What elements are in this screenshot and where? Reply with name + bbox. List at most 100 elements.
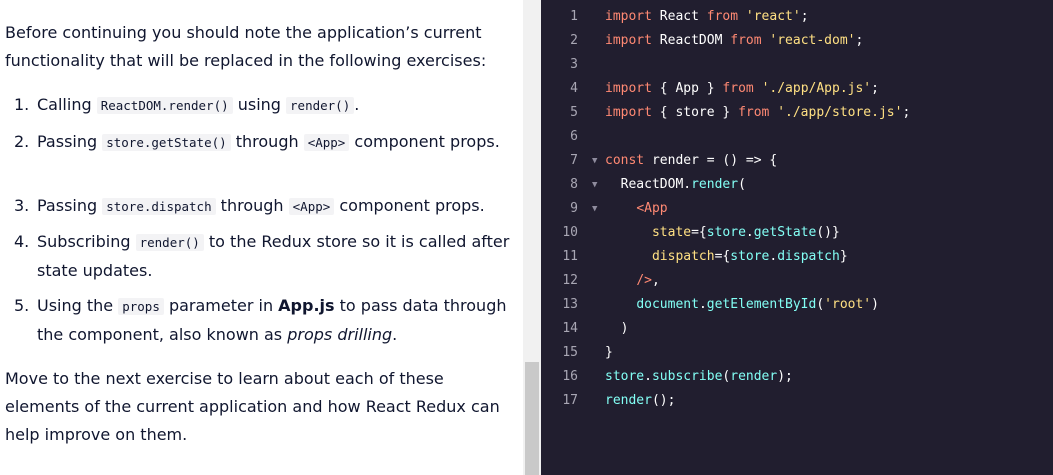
list-item: 5. Using the props parameter in App.js to… xyxy=(14,292,514,349)
code-line[interactable]: 1 import React from 'react'; xyxy=(541,5,1053,29)
inline-code: props xyxy=(118,298,164,315)
code-line[interactable]: 9 ▼ <App xyxy=(541,197,1053,221)
list-item-text: Calling ReactDOM.render() using render()… xyxy=(14,91,514,120)
code-token: ReactDOM xyxy=(651,33,731,48)
list-item-number: 2. xyxy=(14,132,30,151)
code-token: ={ xyxy=(714,249,731,264)
code-token: ; xyxy=(855,33,864,48)
code-text: />, xyxy=(605,269,660,293)
line-number: 2 xyxy=(570,33,578,48)
inline-code: store.getState() xyxy=(102,134,231,151)
code-text: ReactDOM.render( xyxy=(605,173,746,197)
code-editor[interactable]: 1 import React from 'react'; 2 import React… xyxy=(541,0,1053,475)
code-token: dispatch xyxy=(651,249,715,264)
code-line[interactable]: 7 ▼ const render = () => { xyxy=(541,149,1053,173)
code-line[interactable]: 14 ) xyxy=(541,317,1053,341)
code-token: getElementById xyxy=(706,297,817,312)
list-item-text: Passing store.dispatch through <App> com… xyxy=(14,192,514,221)
code-token: import xyxy=(605,33,652,48)
chevron-down-icon[interactable]: ▼ xyxy=(592,173,597,197)
code-token: render = () => { xyxy=(644,153,778,168)
chevron-down-icon[interactable]: ▼ xyxy=(592,197,597,221)
lesson-scrollbar[interactable] xyxy=(523,0,541,475)
text-run: Passing xyxy=(37,132,103,151)
code-text: ) xyxy=(605,317,629,341)
text-run: Using the xyxy=(37,296,119,315)
code-token: state xyxy=(651,225,692,240)
list-item-text: Subscribing render() to the Redux store … xyxy=(14,228,514,285)
text-run: component props. xyxy=(349,132,500,151)
line-number: 3 xyxy=(570,57,578,72)
code-token: render xyxy=(691,177,739,192)
code-token: ; xyxy=(800,9,809,24)
line-number: 13 xyxy=(562,297,578,312)
code-token: ={ xyxy=(691,225,707,240)
scrollbar-thumb[interactable] xyxy=(525,362,539,475)
code-token: ; xyxy=(902,105,911,120)
line-number: 1 xyxy=(570,9,578,24)
code-text: dispatch={store.dispatch} xyxy=(605,245,848,269)
code-line[interactable]: 5 import { store } from './app/store.js'; xyxy=(541,101,1053,125)
code-line[interactable]: 8 ▼ ReactDOM.render( xyxy=(541,173,1053,197)
code-token: getState xyxy=(753,225,817,240)
code-token: store xyxy=(706,225,746,240)
list-item-number: 1. xyxy=(14,95,30,114)
list-item-text: Using the props parameter in App.js to p… xyxy=(14,292,514,349)
text-run: . xyxy=(392,325,398,344)
code-token: (); xyxy=(651,393,676,408)
code-line[interactable]: 3 xyxy=(541,53,1053,77)
lesson-intro: Before continuing you should note the ap… xyxy=(5,23,487,70)
code-token: 'react-dom' xyxy=(769,33,856,48)
lesson-panel: Before continuing you should note the ap… xyxy=(0,0,523,475)
code-token: , xyxy=(651,273,660,288)
list-item-number: 3. xyxy=(14,196,30,215)
code-text: } xyxy=(605,341,613,365)
line-number: 14 xyxy=(562,321,578,336)
code-token: from xyxy=(706,9,739,24)
code-token: './app/App.js' xyxy=(761,81,872,96)
code-token: { store } xyxy=(651,105,739,120)
code-line[interactable]: 13 document.getElementById('root') xyxy=(541,293,1053,317)
list-item-number: 4. xyxy=(14,232,30,251)
code-token: ; xyxy=(871,81,879,96)
line-number: 6 xyxy=(570,129,578,144)
text-run: through xyxy=(215,196,289,215)
code-token: dispatch xyxy=(777,249,840,264)
code-line[interactable]: 4 import { App } from './app/App.js'; xyxy=(541,77,1053,101)
code-text: store.subscribe(render); xyxy=(605,365,793,389)
code-text: import { store } from './app/store.js'; xyxy=(605,101,910,125)
line-number: 10 xyxy=(562,225,578,240)
code-token: import xyxy=(605,81,652,96)
code-token: . xyxy=(745,225,754,240)
chevron-down-icon[interactable]: ▼ xyxy=(592,149,597,173)
code-token: ( xyxy=(816,297,825,312)
code-line[interactable]: 11 dispatch={store.dispatch} xyxy=(541,245,1053,269)
code-token: ) xyxy=(871,297,879,312)
list-item: 4. Subscribing render() to the Redux stor… xyxy=(14,228,514,285)
inline-code: store.dispatch xyxy=(102,198,216,215)
code-line[interactable]: 17 render(); xyxy=(541,389,1053,413)
code-line[interactable]: 16 store.subscribe(render); xyxy=(541,365,1053,389)
code-token: . xyxy=(644,369,652,384)
code-text: <App xyxy=(605,197,668,221)
inline-code: render() xyxy=(286,97,355,114)
code-line[interactable]: 15} xyxy=(541,341,1053,365)
text-run: . xyxy=(354,95,360,114)
text-run: component props. xyxy=(334,196,485,215)
code-token: from xyxy=(730,33,762,48)
code-line[interactable]: 10 state={store.getState()} xyxy=(541,221,1053,245)
text-run: Passing xyxy=(37,196,103,215)
code-token: import xyxy=(605,105,652,120)
code-token: ReactDOM xyxy=(605,177,684,192)
code-line[interactable]: 6 xyxy=(541,125,1053,149)
text-run: using xyxy=(232,95,287,114)
code-line[interactable]: 2 import ReactDOM from 'react-dom'; xyxy=(541,29,1053,53)
code-token: document xyxy=(636,297,699,312)
code-token: <App xyxy=(636,201,668,216)
code-text: import React from 'react'; xyxy=(605,5,809,29)
code-line[interactable]: 12 />, xyxy=(541,269,1053,293)
